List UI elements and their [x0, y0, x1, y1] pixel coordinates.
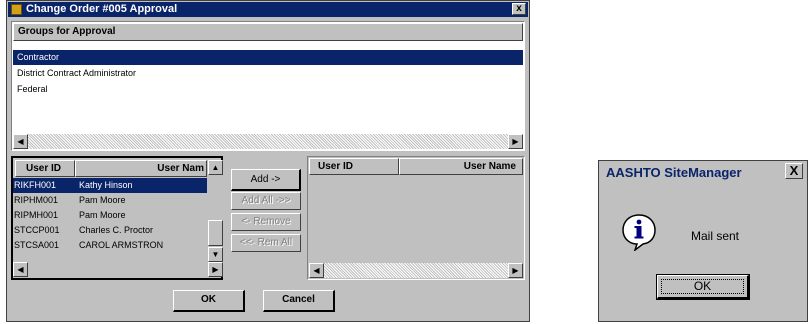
available-users-list: RIKFH001 Kathy Hinson RIPHM001 Pam Moore…	[13, 178, 207, 262]
user-id-cell: STCSA001	[14, 240, 60, 250]
groups-header: Groups for Approval	[13, 23, 523, 41]
scroll-right-icon[interactable]: ▶	[508, 263, 523, 278]
user-name-cell: CAROL ARMSTRON	[79, 240, 164, 250]
user-id-cell: RIPHM001	[14, 195, 59, 205]
selected-users-list	[309, 176, 523, 262]
scroll-left-icon[interactable]: ◀	[13, 262, 28, 277]
user-name-cell: Charles C. Proctor	[79, 225, 154, 235]
col-header-user-name[interactable]: User Name	[399, 158, 523, 175]
add-all-button[interactable]: Add All ->>	[231, 192, 301, 210]
group-item-contractor[interactable]: Contractor	[13, 50, 523, 65]
user-id-cell: RIPMH001	[14, 210, 59, 220]
remove-all-button[interactable]: <<- Rem All	[231, 234, 301, 252]
dialog-title: Change Order #005 Approval	[26, 3, 178, 15]
ok-button[interactable]: OK	[173, 290, 245, 312]
scroll-right-icon[interactable]: ▶	[508, 134, 523, 149]
add-button[interactable]: Add ->	[231, 169, 301, 191]
dialog-titlebar[interactable]: Change Order #005 Approval x	[8, 2, 528, 17]
focus-rectangle	[661, 279, 744, 294]
user-name-cell: Pam Moore	[79, 210, 126, 220]
group-item-district-contract-administrator[interactable]: District Contract Administrator	[13, 66, 523, 81]
user-name-cell: Kathy Hinson	[79, 180, 133, 190]
user-row[interactable]: RIKFH001 Kathy Hinson	[13, 178, 207, 193]
remove-button[interactable]: <- Remove	[231, 213, 301, 231]
user-row[interactable]: RIPHM001 Pam Moore	[13, 193, 207, 208]
selected-users-grid: User ID User Name ◀ ▶	[307, 156, 525, 280]
user-row[interactable]: STCCP001 Charles C. Proctor	[13, 223, 207, 238]
scroll-track[interactable]	[28, 262, 208, 277]
scroll-down-icon[interactable]: ▼	[208, 247, 223, 262]
message-box-title[interactable]: AASHTO SiteManager	[600, 163, 806, 182]
groups-hscrollbar[interactable]: ◀ ▶	[13, 134, 523, 149]
col-header-user-id[interactable]: User ID	[309, 158, 399, 175]
col-header-user-id[interactable]: User ID	[15, 160, 75, 177]
available-users-hscrollbar[interactable]: ◀ ▶	[13, 262, 223, 277]
group-item-federal[interactable]: Federal	[13, 82, 523, 97]
user-row[interactable]: STCSA001 CAROL ARMSTRON	[13, 238, 207, 253]
app-icon	[11, 4, 22, 15]
available-users-grid: User ID User Nam RIKFH001 Kathy Hinson R…	[11, 156, 223, 280]
change-order-approval-dialog: Change Order #005 Approval x Groups for …	[6, 0, 530, 322]
user-row[interactable]: RIPMH001 Pam Moore	[13, 208, 207, 223]
scroll-up-icon[interactable]: ▲	[208, 160, 223, 175]
groups-list: Groups for Approval Contractor District …	[11, 21, 525, 151]
close-icon[interactable]: X	[785, 163, 803, 179]
available-users-vscrollbar[interactable]: ▲ ▼	[208, 160, 223, 262]
scroll-left-icon[interactable]: ◀	[309, 263, 324, 278]
scroll-left-icon[interactable]: ◀	[13, 134, 28, 149]
scroll-track[interactable]	[28, 134, 508, 149]
col-header-user-name[interactable]: User Nam	[75, 160, 207, 177]
message-ok-button[interactable]: OK	[656, 274, 750, 300]
user-id-cell: RIKFH001	[14, 180, 57, 190]
cancel-button[interactable]: Cancel	[263, 290, 335, 312]
scroll-track[interactable]	[324, 263, 508, 278]
selected-users-hscrollbar[interactable]: ◀ ▶	[309, 263, 523, 278]
message-box: AASHTO SiteManager X Mail sent OK	[598, 160, 808, 322]
close-button[interactable]: x	[512, 3, 526, 15]
scroll-right-icon[interactable]: ▶	[208, 262, 223, 277]
info-icon	[622, 214, 656, 251]
user-name-cell: Pam Moore	[79, 195, 126, 205]
scroll-thumb[interactable]	[208, 220, 223, 246]
user-id-cell: STCCP001	[14, 225, 60, 235]
message-text: Mail sent	[691, 229, 740, 243]
